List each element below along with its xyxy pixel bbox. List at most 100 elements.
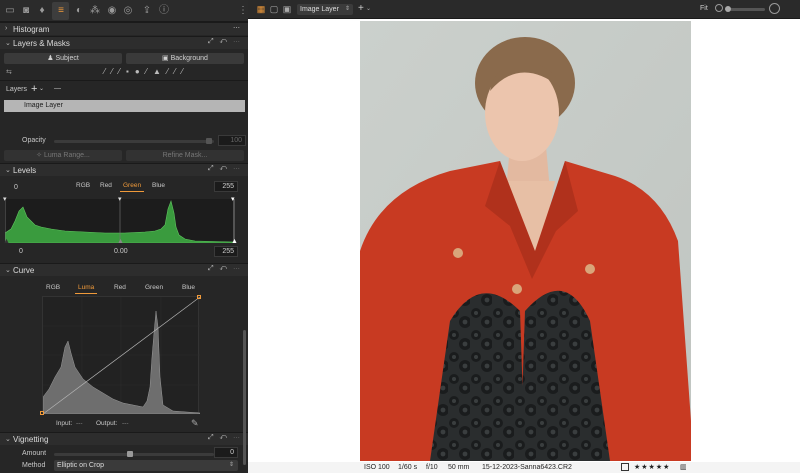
amount-label: Amount [22, 450, 47, 457]
vignetting-title: Vignetting [13, 435, 49, 444]
amount-value[interactable]: 0 [214, 447, 238, 458]
photo-image [360, 21, 691, 461]
layer-row-selected[interactable]: Image Layer [4, 100, 245, 112]
sliders-icon[interactable]: ≡ [55, 5, 67, 17]
amount-slider-handle[interactable] [127, 451, 133, 457]
photo-canvas[interactable] [360, 21, 691, 461]
circle-half-icon[interactable]: ◐ [73, 5, 85, 17]
curve-white-point[interactable] [197, 295, 201, 299]
image-view-icon[interactable]: ▣ [282, 5, 292, 14]
luma-range-button[interactable]: ✧ Luma Range... [4, 150, 122, 161]
more-options-icon[interactable]: ⋮ [237, 5, 248, 17]
layer-adjust-icon[interactable]: ⇆ [6, 68, 12, 76]
levels-input-mid-handle[interactable]: ▲ [117, 238, 124, 245]
levels-output-high[interactable]: 255 [214, 181, 238, 192]
levels-output-high-handle[interactable]: ▾ [231, 195, 235, 203]
remove-layer-button[interactable]: — [54, 85, 61, 92]
aperture-value: f/10 [426, 464, 438, 471]
method-select[interactable]: Elliptic on Crop ⇕ [54, 460, 238, 471]
levels-input-low-handle[interactable]: ▲ [3, 238, 10, 245]
levels-tab-blue[interactable]: Blue [152, 182, 165, 189]
select-checkbox[interactable] [621, 463, 629, 471]
eyedropper-icon[interactable]: ✎ [191, 418, 199, 429]
zoom-fit-label[interactable]: Fit [700, 5, 708, 12]
levels-input-high[interactable]: 255 [214, 246, 238, 257]
chevron-updown-icon: ⇕ [344, 6, 350, 12]
levels-tab-red[interactable]: Red [100, 182, 112, 189]
chevron-right-icon: › [5, 25, 8, 32]
layers-masks-header[interactable]: ⌄ Layers & Masks ⤢ ↶ ⋯ [0, 36, 248, 49]
histogram-header[interactable]: › Histogram ⋯ [0, 22, 248, 35]
curve-tab-blue[interactable]: Blue [182, 284, 195, 291]
section-actions-icons[interactable]: ⤢ ↶ ⋯ [208, 38, 242, 46]
levels-input-low[interactable]: 0 [19, 248, 23, 255]
single-view-icon[interactable]: ▢ [269, 5, 279, 14]
curve-black-point[interactable] [40, 411, 44, 415]
curve-tab-rgb[interactable]: RGB [46, 284, 60, 291]
levels-header[interactable]: ⌄ Levels ⤢ ↶ ⋯ [0, 163, 248, 176]
add-layer-button[interactable]: + [31, 83, 37, 95]
export-icon[interactable]: ⇪ [141, 5, 153, 17]
levels-histogram[interactable] [4, 199, 236, 244]
method-value: Elliptic on Crop [57, 462, 105, 469]
curve-tab-luma[interactable]: Luma [74, 284, 98, 294]
layer-select[interactable]: Image Layer ⇕ [297, 4, 353, 15]
star-rating[interactable]: ★★★★★ [634, 462, 670, 473]
curve-tab-red[interactable]: Red [114, 284, 126, 291]
chevron-down-icon[interactable]: ⌄ [366, 5, 371, 12]
grid-view-icon[interactable]: ▦ [256, 5, 266, 14]
camera-icon[interactable]: ◙ [20, 5, 32, 17]
add-layer-chevron-icon[interactable]: ⌄ [39, 85, 44, 92]
opacity-slider[interactable] [54, 140, 214, 143]
curve-output-value: --- [122, 420, 129, 427]
curve-header[interactable]: ⌄ Curve ⤢ ↶ ⋯ [0, 263, 248, 276]
section-actions-icons[interactable]: ⤢ ↶ ⋯ [208, 265, 242, 273]
bird-icon[interactable]: ♦ [36, 5, 48, 17]
levels-output-low-handle[interactable]: ▾ [3, 195, 7, 203]
amount-slider[interactable] [54, 453, 214, 456]
vignetting-header[interactable]: ⌄ Vignetting ⤢ ↶ ⋯ [0, 432, 248, 445]
subject-button[interactable]: ♟ Subject [4, 53, 122, 64]
levels-input-mid[interactable]: 0.00 [114, 248, 128, 255]
curve-editor[interactable] [42, 296, 201, 415]
curve-input-value: --- [76, 420, 83, 427]
opacity-label: Opacity [22, 137, 46, 144]
tool-tabs-bar: ▭ ◙ ♦ ≡ ◐ ⁂ ◉ ◎ ⇪ ⓘ ⋮ [0, 0, 248, 22]
folder-icon[interactable]: ▭ [4, 5, 16, 17]
zoom-slider[interactable] [727, 8, 765, 11]
more-icon[interactable]: ⋯ [233, 24, 242, 32]
background-label: Background [170, 55, 208, 62]
panel-scrollbar[interactable] [243, 330, 246, 465]
luma-range-label: Luma Range... [43, 152, 90, 159]
zoom-in-icon[interactable] [769, 3, 780, 14]
section-actions-icons[interactable]: ⤢ ↶ ⋯ [208, 434, 242, 442]
color-tag-icon[interactable]: ▥ [680, 462, 687, 473]
curve-tab-green[interactable]: Green [145, 284, 163, 291]
levels-output-low[interactable]: 0 [14, 184, 18, 191]
levels-tab-rgb[interactable]: RGB [76, 182, 90, 189]
levels-mid-handle-top[interactable]: ▾ [118, 195, 122, 203]
subject-label: Subject [55, 55, 79, 62]
section-actions-icons[interactable]: ⤢ ↶ ⋯ [208, 165, 242, 173]
mask-tools-icons[interactable]: ⁄⁄⁄▪●⁄▲⁄⁄⁄ [104, 67, 189, 76]
opacity-slider-handle[interactable] [206, 138, 212, 144]
info-icon[interactable]: ⓘ [158, 5, 170, 17]
palette-icon[interactable]: ◉ [106, 5, 118, 17]
status-bar: ISO 100 1/60 s f/10 50 mm 15-12-2023-San… [248, 462, 800, 473]
disc-icon[interactable]: ◎ [122, 5, 134, 17]
color-circles-icon[interactable]: ⁂ [89, 5, 101, 17]
zoom-out-icon[interactable] [715, 4, 723, 12]
zoom-slider-handle[interactable] [725, 6, 731, 12]
levels-tab-green[interactable]: Green [119, 182, 145, 192]
chevron-down-icon: ⌄ [5, 167, 11, 174]
add-layer-viewer-button[interactable]: + [358, 3, 364, 14]
refine-mask-button[interactable]: Refine Mask... [126, 150, 244, 161]
chevron-down-icon: ⌄ [5, 436, 11, 443]
opacity-value[interactable]: 100 [218, 135, 246, 146]
levels-title: Levels [13, 166, 37, 175]
background-button[interactable]: ▣ Background [126, 53, 244, 64]
filename: 15-12-2023-Sanna6423.CR2 [482, 464, 572, 471]
levels-input-high-handle[interactable]: ▲ [231, 238, 238, 245]
curve-input-label: Input: [56, 420, 73, 427]
iso-value: ISO 100 [364, 464, 390, 471]
